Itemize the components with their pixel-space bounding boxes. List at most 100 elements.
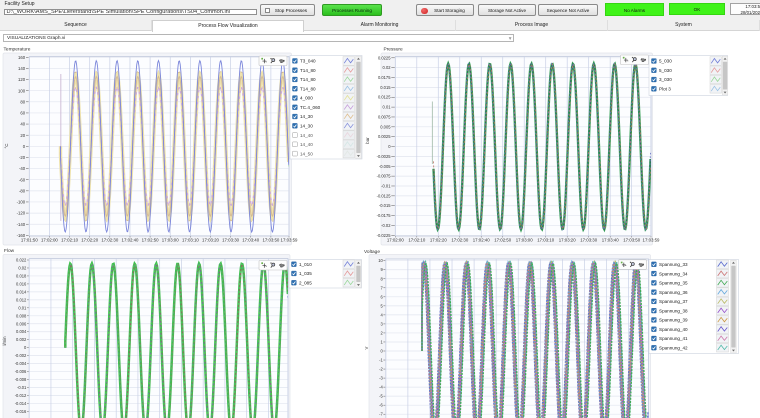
- svg-text:TC.4_060: TC.4_060: [300, 105, 321, 110]
- svg-text:0.016: 0.016: [16, 281, 27, 286]
- svg-text:T14_80: T14_80: [300, 68, 316, 73]
- svg-text:-40: -40: [19, 166, 26, 171]
- svg-text:Spannung_40: Spannung_40: [659, 327, 688, 332]
- svg-text:17:03:30: 17:03:30: [222, 238, 239, 243]
- svg-text:°C: °C: [4, 143, 9, 149]
- svg-text:0.002: 0.002: [16, 337, 27, 342]
- svg-text:120: 120: [18, 77, 26, 82]
- svg-text:14_40: 14_40: [300, 133, 313, 138]
- svg-text:Spannung_41: Spannung_41: [659, 336, 688, 341]
- svg-text:0.018: 0.018: [16, 273, 27, 278]
- svg-text:0.0075: 0.0075: [378, 114, 391, 119]
- svg-text:1_010: 1_010: [299, 262, 312, 267]
- svg-text:-0.006: -0.006: [15, 369, 27, 374]
- svg-text:4_000: 4_000: [300, 96, 313, 101]
- svg-text:T14_80: T14_80: [300, 86, 316, 91]
- svg-text:0.0225: 0.0225: [378, 55, 391, 60]
- svg-text:-0.016: -0.016: [15, 409, 27, 414]
- svg-text:T14_80: T14_80: [300, 77, 316, 82]
- svg-text:0.022: 0.022: [16, 258, 27, 263]
- svg-text:Plot 3: Plot 3: [659, 87, 671, 92]
- svg-text:60: 60: [20, 111, 25, 116]
- svg-text:0.005: 0.005: [380, 124, 391, 129]
- svg-text:17:02:10: 17:02:10: [408, 238, 425, 243]
- svg-text:0.004: 0.004: [16, 329, 27, 334]
- svg-text:140: 140: [18, 66, 26, 71]
- svg-text:-0.014: -0.014: [15, 401, 27, 406]
- svg-text:-0.002: -0.002: [15, 353, 27, 358]
- svg-text:-100: -100: [17, 200, 26, 205]
- svg-text:Spannung_39: Spannung_39: [659, 318, 688, 323]
- svg-text:T3_040: T3_040: [300, 59, 316, 64]
- svg-text:17:03:20: 17:03:20: [559, 238, 576, 243]
- svg-text:17:02:30: 17:02:30: [101, 238, 118, 243]
- svg-text:17:02:20: 17:02:20: [81, 238, 98, 243]
- svg-text:-0.004: -0.004: [15, 361, 27, 366]
- svg-text:Flow: Flow: [4, 248, 15, 254]
- svg-text:17:03:10: 17:03:10: [182, 238, 199, 243]
- svg-text:-0.0075: -0.0075: [377, 174, 392, 179]
- svg-text:17:02:00: 17:02:00: [387, 238, 404, 243]
- svg-text:0.0175: 0.0175: [378, 75, 391, 80]
- svg-text:0.0025: 0.0025: [378, 134, 391, 139]
- svg-text:17:03:40: 17:03:40: [602, 238, 619, 243]
- svg-text:100: 100: [18, 88, 26, 93]
- svg-text:17:02:40: 17:02:40: [122, 238, 139, 243]
- svg-text:17:03:50: 17:03:50: [623, 238, 640, 243]
- svg-text:-0.008: -0.008: [15, 377, 27, 382]
- svg-text:-0.0125: -0.0125: [377, 193, 392, 198]
- svg-text:17:03:10: 17:03:10: [537, 238, 554, 243]
- svg-text:-0.0175: -0.0175: [377, 213, 392, 218]
- svg-text:17:03:00: 17:03:00: [162, 238, 179, 243]
- svg-text:10: 10: [378, 258, 383, 263]
- svg-text:0.02: 0.02: [383, 65, 392, 70]
- svg-text:17:03:59: 17:03:59: [643, 238, 660, 243]
- svg-text:160: 160: [18, 55, 26, 60]
- svg-text:Spannung_33: Spannung_33: [659, 262, 688, 267]
- svg-text:17:03:40: 17:03:40: [242, 238, 259, 243]
- svg-text:17:03:00: 17:03:00: [516, 238, 533, 243]
- svg-text:Spannung_38: Spannung_38: [659, 308, 688, 313]
- svg-text:Temperature: Temperature: [4, 47, 31, 53]
- svg-text:0.014: 0.014: [16, 289, 27, 294]
- svg-text:80: 80: [20, 99, 25, 104]
- svg-text:0.008: 0.008: [16, 313, 27, 318]
- svg-text:Pressure: Pressure: [384, 47, 404, 53]
- svg-text:-0.0025: -0.0025: [377, 154, 392, 159]
- svg-text:-140: -140: [17, 222, 26, 227]
- svg-text:20: 20: [20, 133, 25, 138]
- svg-text:17:03:20: 17:03:20: [202, 238, 219, 243]
- svg-text:17:01:50: 17:01:50: [21, 238, 38, 243]
- svg-text:-120: -120: [17, 211, 26, 216]
- svg-text:-0.01: -0.01: [17, 385, 27, 390]
- svg-text:Spannung_36: Spannung_36: [659, 290, 688, 295]
- svg-text:Voltage: Voltage: [364, 249, 380, 255]
- svg-text:17:03:50: 17:03:50: [262, 238, 279, 243]
- svg-text:0.01: 0.01: [383, 105, 392, 110]
- svg-text:17:03:30: 17:03:30: [580, 238, 597, 243]
- svg-text:17:02:20: 17:02:20: [430, 238, 447, 243]
- svg-text:0.02: 0.02: [18, 265, 27, 270]
- svg-text:17:03:59: 17:03:59: [281, 238, 298, 243]
- svg-text:Spannung_37: Spannung_37: [659, 299, 688, 304]
- svg-text:-0.01: -0.01: [381, 183, 391, 188]
- svg-text:Spannung_42: Spannung_42: [659, 345, 688, 350]
- svg-text:l/min: l/min: [2, 336, 7, 346]
- svg-text:0.0125: 0.0125: [378, 95, 391, 100]
- svg-text:0.012: 0.012: [16, 297, 27, 302]
- svg-text:-0.012: -0.012: [15, 393, 27, 398]
- svg-text:0.006: 0.006: [16, 321, 27, 326]
- svg-text:14_40: 14_40: [300, 142, 313, 147]
- svg-text:5_030: 5_030: [659, 68, 672, 73]
- svg-text:14_30: 14_30: [300, 114, 313, 119]
- svg-text:17:02:30: 17:02:30: [451, 238, 468, 243]
- svg-text:-0.005: -0.005: [379, 164, 391, 169]
- svg-text:17:02:40: 17:02:40: [473, 238, 490, 243]
- svg-text:0.01: 0.01: [18, 305, 27, 310]
- svg-text:2_085: 2_085: [299, 280, 312, 285]
- svg-text:40: 40: [20, 122, 25, 127]
- svg-text:V: V: [364, 346, 369, 349]
- svg-text:-20: -20: [19, 155, 26, 160]
- svg-text:-0.015: -0.015: [379, 203, 391, 208]
- svg-text:1_035: 1_035: [299, 271, 312, 276]
